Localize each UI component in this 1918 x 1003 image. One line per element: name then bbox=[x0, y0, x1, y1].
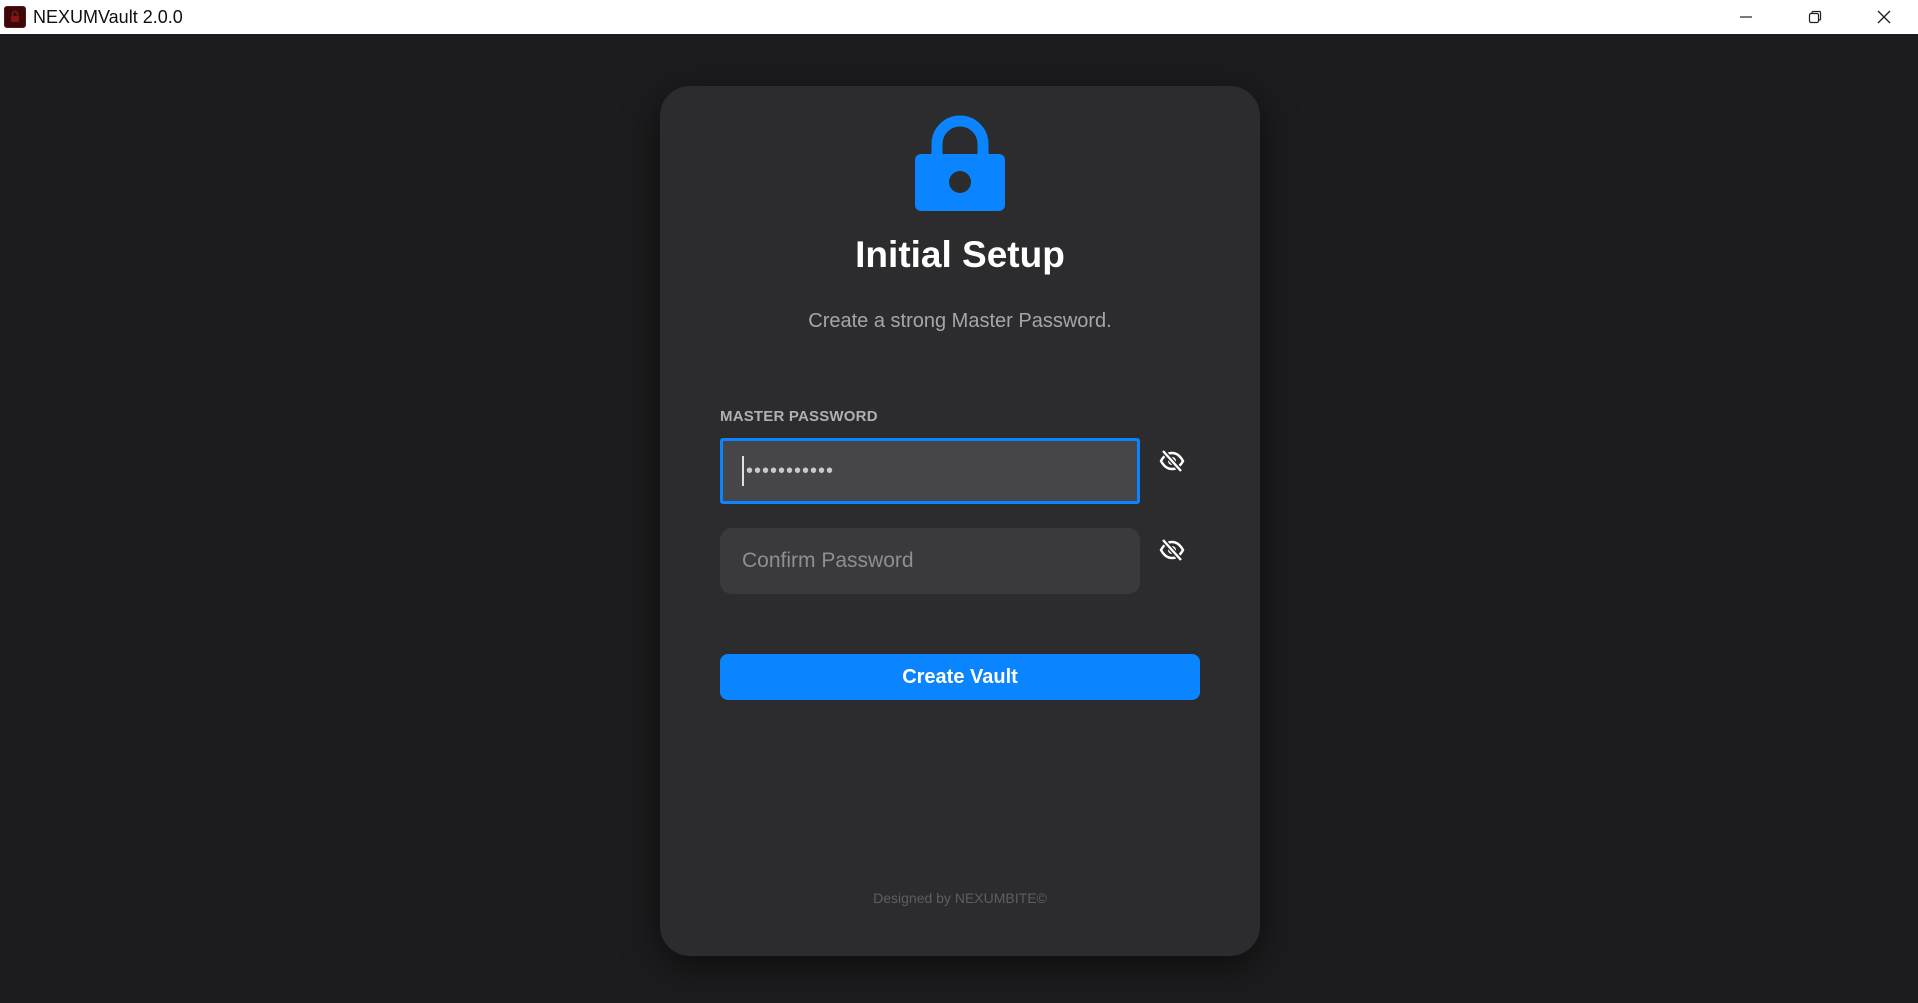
window-titlebar: NEXUMVault 2.0.0 bbox=[0, 0, 1918, 34]
minimize-icon bbox=[1739, 16, 1752, 18]
setup-card: Initial Setup Create a strong Master Pas… bbox=[660, 86, 1260, 956]
close-button[interactable] bbox=[1849, 0, 1918, 34]
master-password-label: MASTER PASSWORD bbox=[720, 408, 878, 425]
text-caret bbox=[742, 456, 744, 486]
lock-icon bbox=[914, 114, 1006, 212]
confirm-password-input[interactable]: Confirm Password bbox=[720, 528, 1140, 594]
close-icon bbox=[1877, 10, 1890, 24]
toggle-confirm-visibility-button[interactable] bbox=[1157, 535, 1187, 565]
create-vault-button[interactable]: Create Vault bbox=[720, 654, 1200, 700]
app-content: Initial Setup Create a strong Master Pas… bbox=[0, 34, 1918, 1003]
page-subtitle: Create a strong Master Password. bbox=[808, 310, 1112, 332]
confirm-password-placeholder: Confirm Password bbox=[742, 549, 914, 572]
window-title: NEXUMVault 2.0.0 bbox=[33, 6, 183, 27]
restore-icon bbox=[1808, 10, 1821, 24]
restore-button[interactable] bbox=[1780, 0, 1849, 34]
eye-slash-icon bbox=[1159, 449, 1185, 473]
eye-slash-icon bbox=[1159, 538, 1185, 562]
minimize-button[interactable] bbox=[1711, 0, 1780, 34]
master-password-input[interactable]: ••••••••••• bbox=[720, 438, 1140, 504]
toggle-master-visibility-button[interactable] bbox=[1157, 446, 1187, 476]
app-logo-icon bbox=[4, 6, 26, 28]
master-password-value: ••••••••••• bbox=[746, 459, 835, 482]
footer-credit: Designed by NEXUMBITE© bbox=[873, 890, 1047, 906]
page-title: Initial Setup bbox=[855, 234, 1065, 275]
window-controls bbox=[1711, 0, 1918, 34]
